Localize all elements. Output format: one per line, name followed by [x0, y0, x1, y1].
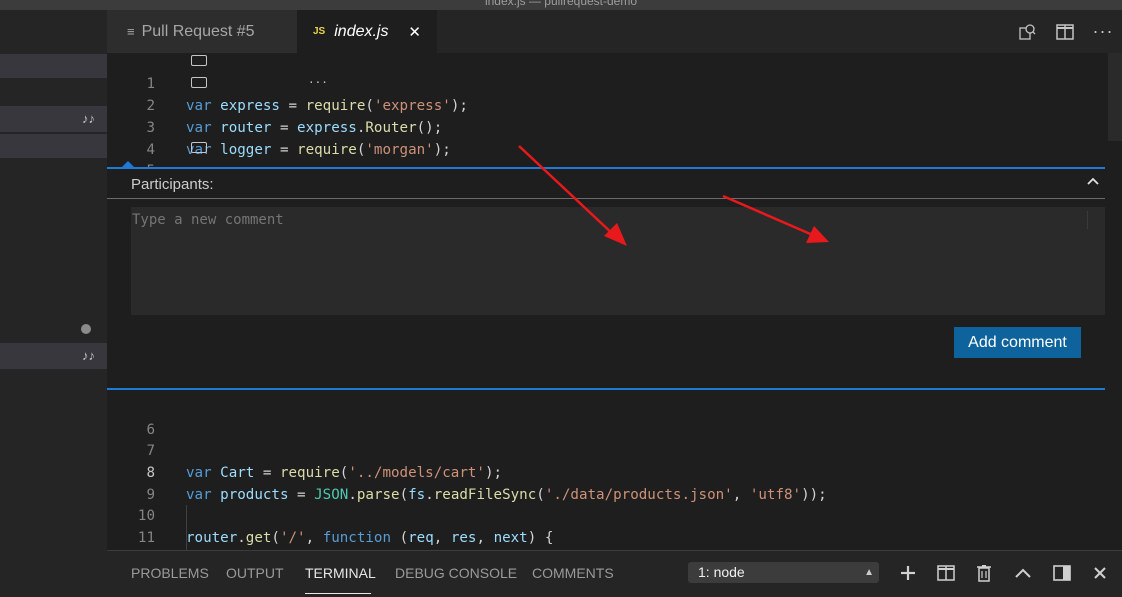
sidebar-item[interactable] — [0, 54, 107, 78]
music-note-icon: ♪♪ — [82, 111, 95, 126]
comment-thread-widget: Participants: Add comment — [107, 161, 1105, 390]
code-line: 4 — [107, 117, 1107, 158]
chevron-up-icon[interactable] — [1085, 173, 1101, 189]
sidebar-item[interactable] — [0, 134, 107, 158]
code-line: 11 res.render('index', — [107, 505, 1107, 546]
toggle-panel-position-button[interactable] — [1052, 563, 1072, 583]
comment-icon[interactable] — [191, 55, 207, 66]
active-tab-indicator — [305, 593, 371, 594]
tab-terminal[interactable]: TERMINAL — [305, 565, 376, 581]
close-panel-button[interactable] — [1090, 563, 1110, 583]
kill-terminal-button[interactable] — [974, 563, 994, 583]
compare-changes-icon — [1019, 23, 1036, 40]
code-line: 12 { — [107, 527, 1107, 549]
terminal-selector-value: 1: node — [698, 564, 745, 580]
code-line: 3 var logger = require('morgan'); — [107, 95, 1107, 158]
tab-pull-request[interactable]: ≡ Pull Request #5 — [107, 10, 297, 53]
tab-label: index.js — [334, 22, 389, 40]
file-lines-icon: ≡ — [127, 24, 135, 39]
split-editor-button[interactable] — [1046, 10, 1084, 53]
editor-tab-bar: ≡ Pull Request #5 JS index.js ✕ ··· — [107, 10, 1122, 53]
tab-comments[interactable]: COMMENTS — [532, 565, 614, 581]
window-title: index.js — pullrequest-demo — [484, 0, 638, 8]
ellipsis-icon: ··· — [1092, 21, 1114, 41]
code-line: 7 var Cart = require('../models/cart'); — [107, 418, 1107, 481]
plus-icon — [901, 566, 915, 580]
sidebar-item-selected[interactable]: ♪♪ — [0, 343, 107, 369]
split-terminal-button[interactable] — [936, 563, 956, 583]
code-line: 1 var express = require('express'); — [107, 53, 1107, 114]
maximize-panel-button[interactable] — [1013, 563, 1033, 583]
comment-input[interactable] — [131, 207, 1105, 315]
new-terminal-button[interactable] — [898, 563, 918, 583]
terminal-selector[interactable]: 1: node ▲ — [688, 562, 879, 583]
editor-scrollbar[interactable] — [1108, 53, 1122, 141]
code-line: 9 — [107, 462, 1107, 503]
close-icon — [1094, 567, 1106, 579]
code-line: 10 router.get('/', function (req, res, n… — [107, 483, 1107, 546]
modified-dot-icon — [81, 324, 91, 334]
split-editor-icon — [1056, 23, 1074, 40]
editor-actions: ··· — [1008, 10, 1122, 53]
javascript-file-icon: JS — [313, 26, 326, 37]
tab-index-js[interactable]: JS index.js ✕ — [297, 10, 437, 53]
more-actions-button[interactable]: ··· — [1084, 10, 1122, 53]
chevron-up-icon — [1015, 568, 1031, 578]
bottom-panel: PROBLEMS OUTPUT TERMINAL DEBUG CONSOLE C… — [107, 550, 1122, 597]
code-line: 2 var router = express.Router(); — [107, 73, 1107, 136]
widget-pointer — [121, 161, 135, 168]
comment-icon[interactable] — [191, 77, 207, 88]
music-note-icon: ♪♪ — [82, 348, 95, 363]
code-line-current: 8 var products = JSON.parse(fs.readFileS… — [107, 440, 1107, 503]
panel-right-icon — [1053, 565, 1071, 581]
split-icon — [937, 565, 955, 581]
trash-icon — [977, 565, 991, 582]
code-line: 5 var fs = require('fs'); — [107, 138, 1107, 201]
tab-debug-console[interactable]: DEBUG CONSOLE — [395, 565, 517, 581]
text-cursor — [1087, 211, 1088, 229]
sidebar: ♪♪ ♪♪ — [0, 10, 107, 597]
open-changes-button[interactable] — [1008, 10, 1046, 53]
add-comment-button[interactable]: Add comment — [954, 327, 1081, 358]
sidebar-item-selected[interactable]: ♪♪ — [0, 106, 107, 132]
participants-label: Participants: — [131, 176, 214, 193]
code-line: 6 — [107, 397, 1107, 438]
select-arrows-icon: ▲ — [864, 567, 874, 578]
close-icon[interactable]: ✕ — [408, 23, 421, 41]
tab-label: Pull Request #5 — [141, 22, 255, 40]
comment-icon[interactable] — [191, 142, 207, 153]
tab-output[interactable]: OUTPUT — [226, 565, 284, 581]
tab-problems[interactable]: PROBLEMS — [131, 565, 209, 581]
ellipsis-icon: ... — [308, 73, 328, 86]
comment-thread-header: Participants: — [107, 169, 1105, 199]
title-bar: index.js — pullrequest-demo — [0, 0, 1122, 10]
